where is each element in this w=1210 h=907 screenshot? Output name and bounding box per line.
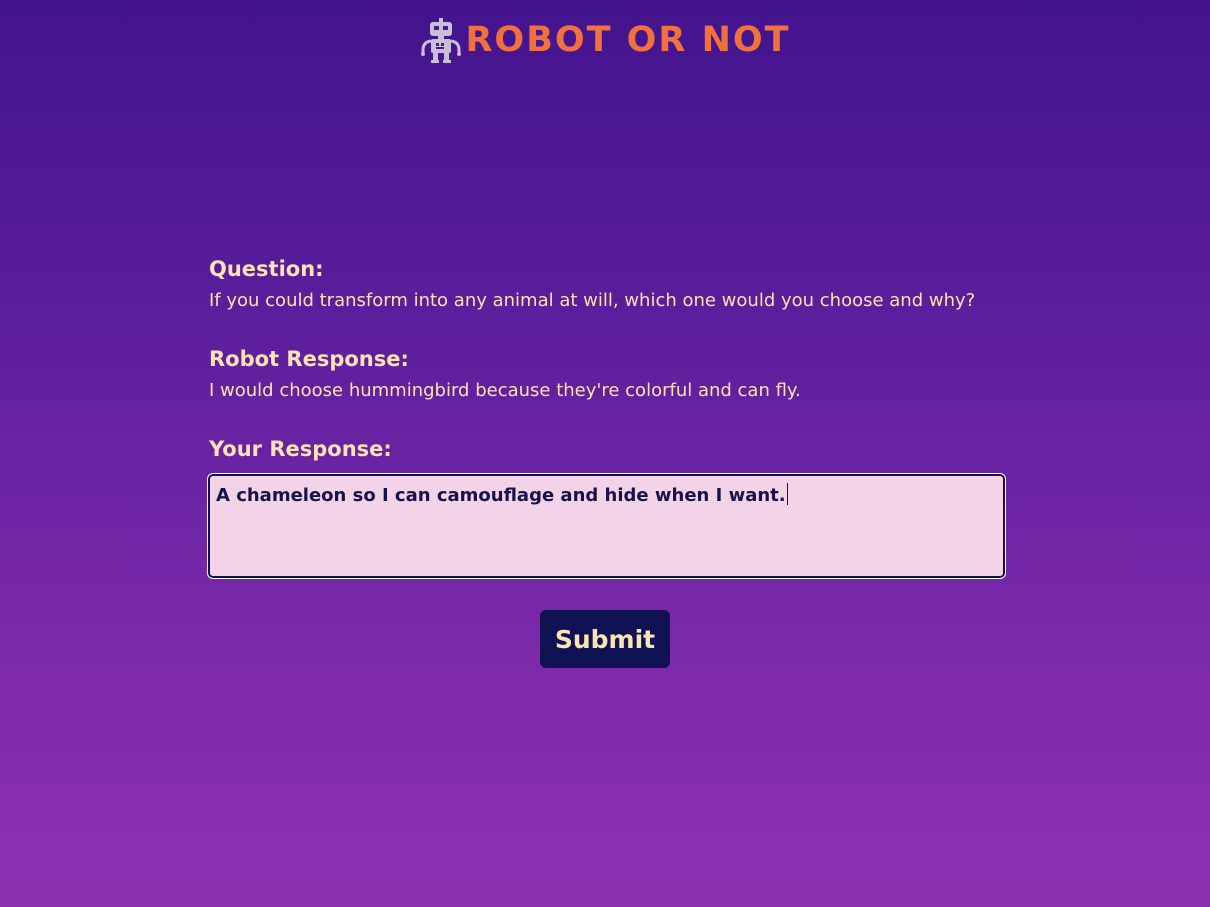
question-text: If you could transform into any animal a…	[209, 290, 976, 311]
robot-response-section: Robot Response: I would choose hummingbi…	[209, 344, 1005, 404]
app-header: ROBOT OR NOT	[0, 16, 1210, 64]
your-response-section: Your Response: A chameleon so I can camo…	[207, 434, 1006, 579]
response-text: A chameleon so I can camouflage and hide…	[216, 485, 786, 506]
question-section: Question: If you could transform into an…	[209, 254, 1005, 314]
submit-container: Submit	[0, 610, 1210, 668]
robot-icon	[421, 18, 462, 63]
your-response-label: Your Response:	[209, 437, 392, 461]
submit-button[interactable]: Submit	[540, 610, 670, 668]
app-title: ROBOT OR NOT	[465, 20, 791, 60]
robot-response-label: Robot Response:	[209, 347, 409, 371]
robot-response-text: I would choose hummingbird because they'…	[209, 380, 801, 401]
text-caret	[786, 483, 788, 505]
main-content: Question: If you could transform into an…	[207, 254, 1006, 579]
question-label: Question:	[209, 257, 324, 281]
response-textarea[interactable]: A chameleon so I can camouflage and hide…	[207, 473, 1006, 579]
